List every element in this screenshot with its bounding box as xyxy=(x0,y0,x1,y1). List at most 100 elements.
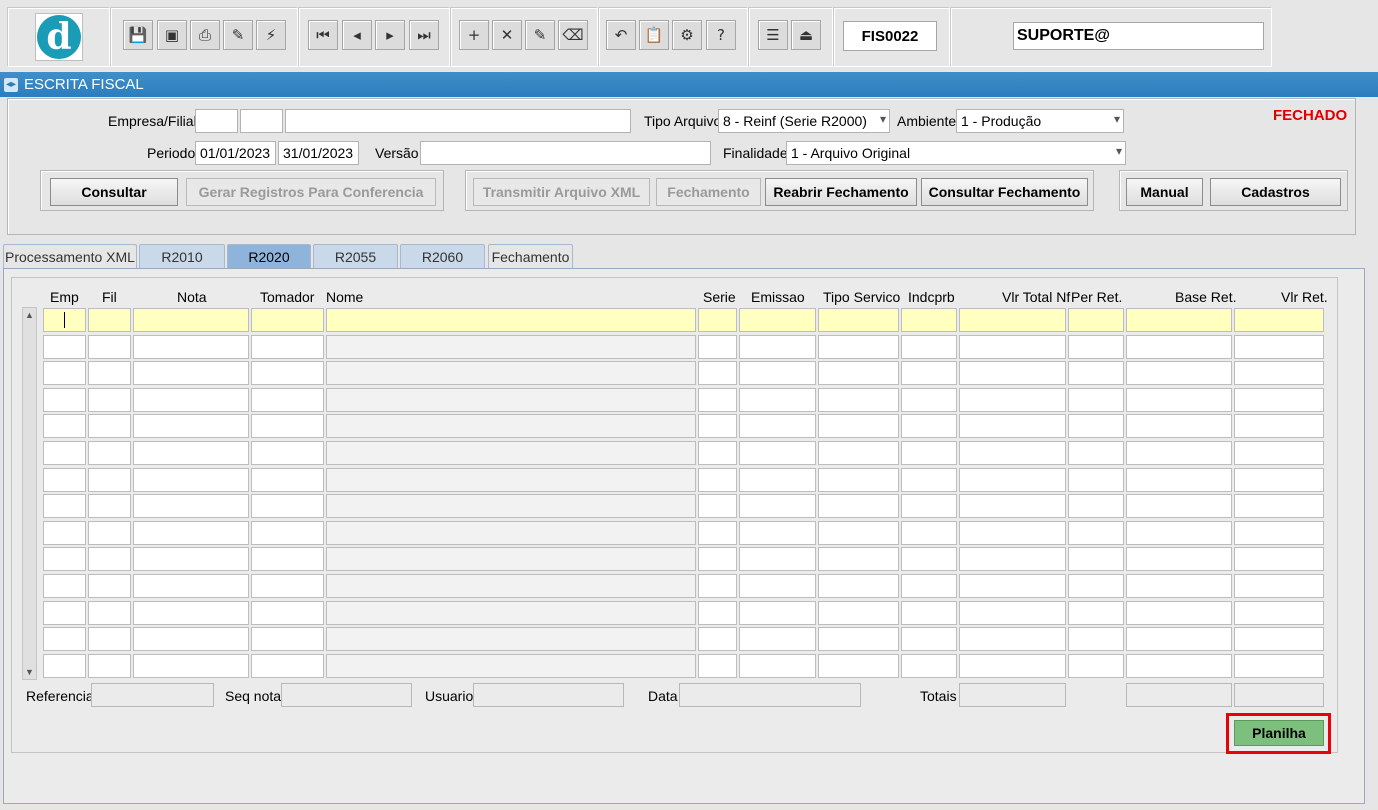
table-cell[interactable] xyxy=(1234,335,1324,359)
table-cell[interactable] xyxy=(133,361,249,385)
table-cell[interactable] xyxy=(1126,468,1232,492)
table-cell[interactable] xyxy=(739,441,816,465)
table-cell[interactable] xyxy=(43,335,86,359)
table-cell[interactable] xyxy=(43,547,86,571)
table-cell[interactable] xyxy=(43,361,86,385)
ambiente-select[interactable]: 1 - Produção xyxy=(956,109,1124,133)
table-cell[interactable] xyxy=(901,308,957,332)
tab-r2020[interactable]: R2020 xyxy=(227,244,311,269)
table-cell[interactable] xyxy=(818,654,899,678)
table-cell[interactable] xyxy=(698,547,737,571)
table-cell[interactable] xyxy=(901,574,957,598)
empresa-description-field[interactable] xyxy=(285,109,631,133)
empresa-input[interactable] xyxy=(195,109,238,133)
table-cell[interactable] xyxy=(326,468,696,492)
table-cell[interactable] xyxy=(88,521,131,545)
table-cell[interactable] xyxy=(818,361,899,385)
table-cell[interactable] xyxy=(1068,335,1124,359)
table-cell[interactable] xyxy=(251,441,324,465)
table-cell[interactable] xyxy=(251,654,324,678)
table-cell[interactable] xyxy=(1234,361,1324,385)
reabrir-fechamento-button[interactable]: Reabrir Fechamento xyxy=(765,178,917,206)
table-cell[interactable] xyxy=(818,521,899,545)
table-cell[interactable] xyxy=(818,468,899,492)
table-cell[interactable] xyxy=(1126,574,1232,598)
table-cell[interactable] xyxy=(88,494,131,518)
undo-button[interactable]: ↶ xyxy=(606,20,636,50)
table-cell[interactable] xyxy=(1234,601,1324,625)
clear-button[interactable]: ⌫ xyxy=(558,20,588,50)
table-cell[interactable] xyxy=(739,414,816,438)
table-cell[interactable] xyxy=(326,627,696,651)
table-cell[interactable] xyxy=(326,335,696,359)
last-record-button[interactable]: ⏭ xyxy=(409,20,439,50)
table-cell[interactable] xyxy=(1068,414,1124,438)
table-cell[interactable] xyxy=(88,547,131,571)
table-cell[interactable] xyxy=(959,441,1066,465)
table-cell[interactable] xyxy=(1126,654,1232,678)
table-cell[interactable] xyxy=(698,335,737,359)
table-cell[interactable] xyxy=(901,335,957,359)
consultar-button[interactable]: Consultar xyxy=(50,178,178,206)
table-cell[interactable] xyxy=(43,627,86,651)
table-cell[interactable] xyxy=(88,414,131,438)
table-cell[interactable] xyxy=(88,388,131,412)
print-button[interactable]: ⎙ xyxy=(190,20,220,50)
table-cell[interactable] xyxy=(739,627,816,651)
table-cell[interactable] xyxy=(739,468,816,492)
table-cell[interactable] xyxy=(133,654,249,678)
table-cell[interactable] xyxy=(88,574,131,598)
table-cell[interactable] xyxy=(698,627,737,651)
table-cell[interactable] xyxy=(43,521,86,545)
table-cell[interactable] xyxy=(698,388,737,412)
table-cell[interactable] xyxy=(88,361,131,385)
table-cell[interactable] xyxy=(133,335,249,359)
table-cell[interactable] xyxy=(901,441,957,465)
table-cell[interactable] xyxy=(901,468,957,492)
filial-input[interactable] xyxy=(240,109,283,133)
table-cell[interactable] xyxy=(698,308,737,332)
table-cell[interactable] xyxy=(133,388,249,412)
table-cell[interactable] xyxy=(88,335,131,359)
table-cell[interactable] xyxy=(818,574,899,598)
table-cell[interactable] xyxy=(1126,414,1232,438)
table-cell[interactable] xyxy=(1234,388,1324,412)
table-cell[interactable] xyxy=(133,308,249,332)
data-field[interactable] xyxy=(679,683,861,707)
table-cell[interactable] xyxy=(1234,494,1324,518)
exit-button[interactable]: ⏏ xyxy=(791,20,821,50)
table-cell[interactable] xyxy=(1068,521,1124,545)
table-cell[interactable] xyxy=(133,627,249,651)
periodo-end-input[interactable]: 31/01/2023 xyxy=(278,141,359,165)
table-cell[interactable] xyxy=(1234,521,1324,545)
table-cell[interactable] xyxy=(251,361,324,385)
table-cell[interactable] xyxy=(959,361,1066,385)
table-cell[interactable] xyxy=(959,468,1066,492)
table-cell[interactable] xyxy=(133,414,249,438)
table-cell[interactable] xyxy=(959,627,1066,651)
table-cell[interactable] xyxy=(901,521,957,545)
table-cell[interactable] xyxy=(1068,547,1124,571)
table-cell[interactable] xyxy=(959,388,1066,412)
clipboard-button[interactable]: 📋 xyxy=(639,20,669,50)
table-cell[interactable] xyxy=(326,574,696,598)
table-cell[interactable] xyxy=(251,414,324,438)
table-cell[interactable] xyxy=(1068,361,1124,385)
table-cell[interactable] xyxy=(1126,521,1232,545)
table-cell[interactable] xyxy=(251,547,324,571)
table-cell[interactable] xyxy=(818,601,899,625)
table-cell[interactable] xyxy=(1126,627,1232,651)
table-cell[interactable] xyxy=(1126,547,1232,571)
table-cell[interactable] xyxy=(43,654,86,678)
table-cell[interactable] xyxy=(698,414,737,438)
table-cell[interactable] xyxy=(901,601,957,625)
manual-button[interactable]: Manual xyxy=(1126,178,1203,206)
table-cell[interactable] xyxy=(1234,308,1324,332)
table-cell[interactable] xyxy=(1234,547,1324,571)
table-cell[interactable] xyxy=(326,441,696,465)
table-cell[interactable] xyxy=(739,361,816,385)
insert-record-button[interactable]: + xyxy=(459,20,489,50)
table-cell[interactable] xyxy=(818,414,899,438)
table-cell[interactable] xyxy=(43,601,86,625)
menu-button[interactable]: ☰ xyxy=(758,20,788,50)
